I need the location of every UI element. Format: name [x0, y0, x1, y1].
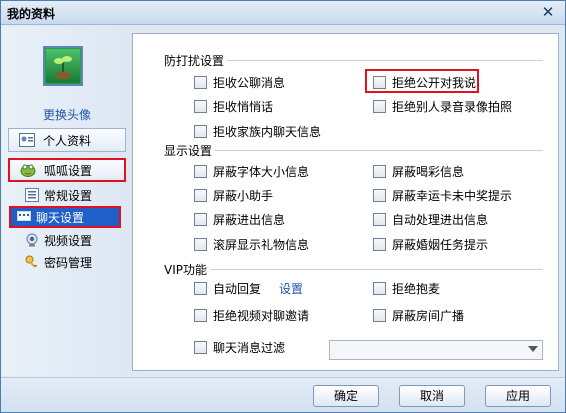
section-divider: [227, 60, 543, 61]
list-icon: [25, 188, 39, 202]
reject-hug-mic-label: 拒绝抱麦: [392, 282, 441, 296]
reject-public-to-me-label: 拒绝公开对我说: [392, 76, 477, 90]
reject-video-invite-label: 拒绝视频对聊邀请: [213, 309, 310, 323]
block-assistant-label: 屏蔽小助手: [213, 189, 274, 203]
checkbox-box[interactable]: [373, 282, 386, 295]
footer-bar: 确定 取消 应用: [1, 377, 565, 412]
auto-reply-checkbox[interactable]: 自动回复: [194, 280, 261, 297]
checkbox-box[interactable]: [373, 165, 386, 178]
chat-icon: [17, 210, 31, 224]
reject-hug-mic-checkbox[interactable]: 拒绝抱麦: [373, 280, 440, 297]
block-enter-exit-checkbox[interactable]: 屏蔽进出信息: [194, 211, 285, 228]
chevron-down-icon[interactable]: [528, 346, 538, 352]
sidebar-item-video-label: 视频设置: [44, 233, 93, 248]
checkbox-box[interactable]: [194, 341, 207, 354]
sidebar-item-general-label: 常规设置: [44, 188, 93, 203]
chat-filter-label: 聊天消息过滤: [213, 341, 286, 355]
sidebar: 更换头像 个人资料 呱呱设置 常规设置 聊天设置 视频设置 密码管理: [1, 26, 133, 376]
key-icon: [25, 255, 39, 269]
sidebar-item-password-label: 密码管理: [44, 255, 93, 270]
block-cheer-label: 屏蔽喝彩信息: [392, 165, 465, 179]
reject-public-chat-checkbox[interactable]: 拒收公聊消息: [194, 74, 285, 91]
block-assistant-checkbox[interactable]: 屏蔽小助手: [194, 187, 273, 204]
nav-profile-button[interactable]: 个人资料: [8, 128, 126, 152]
auto-enter-exit-label: 自动处理进出信息: [392, 213, 489, 227]
chat-settings-panel: 防打扰设置 拒收公聊消息 拒绝公开对我说 拒收悄悄话 拒绝别人录音录像拍照 拒收…: [132, 33, 559, 371]
checkbox-box[interactable]: [194, 100, 207, 113]
checkbox-box[interactable]: [194, 213, 207, 226]
checkbox-box[interactable]: [194, 125, 207, 138]
nav-gaga-settings-button[interactable]: 呱呱设置: [8, 158, 126, 182]
reject-public-chat-label: 拒收公聊消息: [213, 76, 286, 90]
block-marriage-task-checkbox[interactable]: 屏蔽婚姻任务提示: [373, 236, 488, 253]
checkbox-box[interactable]: [194, 76, 207, 89]
checkbox-box[interactable]: [373, 309, 386, 322]
block-room-broadcast-label: 屏蔽房间广播: [392, 309, 465, 323]
block-room-broadcast-checkbox[interactable]: 屏蔽房间广播: [373, 307, 464, 324]
checkbox-box[interactable]: [194, 189, 207, 202]
reject-whisper-label: 拒收悄悄话: [213, 100, 274, 114]
chat-filter-dropdown[interactable]: [329, 340, 543, 360]
id-card-icon: [19, 133, 35, 147]
chat-filter-checkbox[interactable]: 聊天消息过滤: [194, 339, 285, 356]
reject-public-to-me-checkbox[interactable]: 拒绝公开对我说: [373, 74, 476, 91]
reject-record-photo-label: 拒绝别人录音录像拍照: [392, 100, 513, 114]
display-section-title: 显示设置: [164, 144, 213, 158]
auto-reply-settings-link[interactable]: 设置: [279, 280, 303, 297]
scroll-gift-checkbox[interactable]: 滚屏显示礼物信息: [194, 236, 309, 253]
checkbox-box[interactable]: [194, 165, 207, 178]
checkbox-box[interactable]: [194, 309, 207, 322]
sidebar-item-general[interactable]: 常规设置: [25, 186, 92, 204]
webcam-icon: [25, 233, 39, 247]
window-title: 我的资料: [7, 7, 56, 21]
reject-video-invite-checkbox[interactable]: 拒绝视频对聊邀请: [194, 307, 309, 324]
reject-family-chat-label: 拒收家族内聊天信息: [213, 125, 322, 139]
section-divider: [215, 150, 543, 151]
auto-enter-exit-checkbox[interactable]: 自动处理进出信息: [373, 211, 488, 228]
nav-profile-label: 个人资料: [43, 133, 92, 148]
block-cheer-checkbox[interactable]: 屏蔽喝彩信息: [373, 163, 464, 180]
reject-record-photo-checkbox[interactable]: 拒绝别人录音录像拍照: [373, 98, 512, 115]
block-enter-exit-label: 屏蔽进出信息: [213, 213, 286, 227]
ok-button[interactable]: 确定: [313, 385, 379, 407]
sidebar-item-chat[interactable]: 聊天设置: [9, 206, 121, 228]
auto-reply-label: 自动回复: [213, 282, 262, 296]
frog-icon: [20, 163, 36, 177]
checkbox-box[interactable]: [194, 282, 207, 295]
apply-button[interactable]: 应用: [485, 385, 551, 407]
checkbox-box[interactable]: [373, 76, 386, 89]
title-bar[interactable]: 我的资料 ✕: [1, 1, 565, 25]
sidebar-item-chat-label: 聊天设置: [36, 210, 85, 225]
sprout-avatar-icon[interactable]: [43, 46, 83, 86]
scroll-gift-label: 滚屏显示礼物信息: [213, 238, 310, 252]
checkbox-box[interactable]: [373, 100, 386, 113]
block-font-size-checkbox[interactable]: 屏蔽字体大小信息: [194, 163, 309, 180]
section-divider: [211, 269, 543, 270]
sidebar-item-video[interactable]: 视频设置: [25, 231, 92, 249]
nav-gaga-label: 呱呱设置: [44, 163, 93, 178]
block-lucky-card-checkbox[interactable]: 屏蔽幸运卡未中奖提示: [373, 187, 512, 204]
change-avatar-link[interactable]: 更换头像: [1, 106, 133, 123]
checkbox-box[interactable]: [194, 238, 207, 251]
checkbox-box[interactable]: [373, 189, 386, 202]
anti-disturb-section-title: 防打扰设置: [164, 54, 225, 68]
sidebar-item-password[interactable]: 密码管理: [25, 253, 92, 271]
cancel-button[interactable]: 取消: [399, 385, 465, 407]
checkbox-box[interactable]: [373, 213, 386, 226]
block-marriage-task-label: 屏蔽婚姻任务提示: [392, 238, 489, 252]
checkbox-box[interactable]: [373, 238, 386, 251]
block-lucky-card-label: 屏蔽幸运卡未中奖提示: [392, 189, 513, 203]
my-profile-window: 我的资料 ✕ 更换头像 个人资料 呱呱设置 常规设置 聊天设置 视频设置 密码管…: [0, 0, 566, 413]
vip-section-title: VIP功能: [164, 263, 207, 277]
reject-family-chat-checkbox[interactable]: 拒收家族内聊天信息: [194, 123, 321, 140]
close-icon[interactable]: ✕: [539, 3, 557, 21]
block-font-size-label: 屏蔽字体大小信息: [213, 165, 310, 179]
reject-whisper-checkbox[interactable]: 拒收悄悄话: [194, 98, 273, 115]
